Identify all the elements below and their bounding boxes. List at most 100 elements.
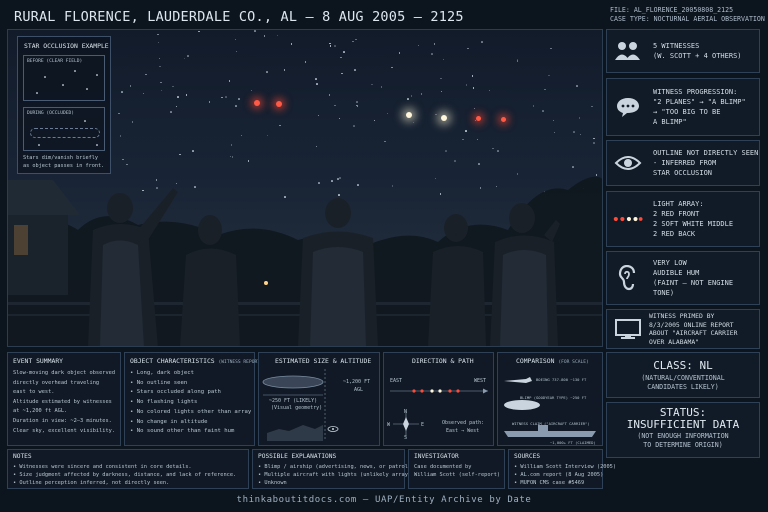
- speech-bubble-icon: [613, 95, 643, 119]
- inset-caption: Stars dim/vanish briefly as object passe…: [23, 155, 104, 170]
- light-array-panel: LIGHT ARRAY: 2 RED FRONT 2 SOFT WHITE MI…: [606, 191, 760, 247]
- list-item: • MUFON CMS case #5469: [514, 480, 585, 486]
- length-note: (Visual geometry): [271, 405, 323, 411]
- witnesses-panel: 5 WITNESSES (W. SCOTT + 4 OTHERS): [606, 29, 760, 73]
- primed-text: WITNESS PRIMED BY 8/3/2005 ONLINE REPORT…: [649, 312, 738, 346]
- list-item: • No outline seen: [130, 379, 188, 386]
- event-summary-panel: EVENT SUMMARY Slow-moving dark object ob…: [7, 352, 121, 446]
- list-item: • No flashing lights: [130, 399, 198, 406]
- list-item: • AL.com report (8 Aug 2005): [514, 472, 604, 478]
- direction-path-heading: DIRECTION & PATH: [412, 357, 474, 365]
- star-occlusion-inset: STAR OCCLUSION EXAMPLE BEFORE (CLEAR FIE…: [17, 36, 111, 174]
- inset-caption-line-2: as object passes in front.: [23, 162, 105, 169]
- boeing-label: BOEING 737-800 ~130 FT: [536, 377, 587, 382]
- observed-path-direction: East → West: [446, 428, 480, 434]
- path-arrow-diagram: [390, 388, 488, 437]
- object-characteristics-heading: OBJECT CHARACTERISTICS (WITNESS REPORT): [130, 357, 263, 365]
- primed-panel: WITNESS PRIMED BY 8/3/2005 ONLINE REPORT…: [606, 309, 760, 349]
- computer-monitor-icon: [613, 317, 643, 341]
- inset-caption-line-1: Stars dim/vanish briefly: [23, 155, 98, 161]
- during-label: DURING (OCCLUDED): [27, 111, 75, 116]
- investigator-heading: INVESTIGATOR: [414, 453, 459, 460]
- witness-progression-text: WITNESS PROGRESSION: "2 PLANES" → "A BLI…: [653, 88, 746, 126]
- outline-panel: OUTLINE NOT DIRECTLY SEEN - INFERRED FRO…: [606, 140, 760, 186]
- altitude-label: ~1,200 FT: [343, 379, 371, 385]
- object-characteristics-list: • Long, dark object • No outline seen • St…: [130, 369, 251, 437]
- light-array-icon: [613, 207, 643, 231]
- hum-panel: VERY LOW AUDIBLE HUM (FAINT — NOT ENGINE…: [606, 251, 760, 305]
- list-item: • No change in altitude: [130, 418, 208, 425]
- status-detail: (NOT ENOUGH INFORMATION TO DETERMINE ORI…: [637, 432, 729, 449]
- explanations-panel: POSSIBLE EXPLANATIONS • Blimp / airship …: [252, 449, 411, 489]
- blimp-label: BLIMP (GOODYEAR TYPE) ~250 FT: [520, 395, 587, 400]
- list-item: • No sound other than faint hum: [130, 428, 235, 435]
- comparison-note: (FOR SCALE): [558, 360, 589, 365]
- sources-panel: SOURCES • William Scott Interview (2005)…: [508, 449, 616, 489]
- list-item: • Blimp / airship (advertising, news, or…: [258, 464, 412, 470]
- investigator-body: Case documented by William Scott (self-r…: [414, 463, 500, 479]
- explanations-list: • Blimp / airship (advertising, news, or…: [258, 463, 411, 487]
- agl-label: AGL: [354, 387, 364, 393]
- ear-icon: [613, 265, 643, 291]
- night-sky-scene: STAR OCCLUSION EXAMPLE BEFORE (CLEAR FIE…: [7, 29, 603, 347]
- size-altitude-heading: ESTIMATED SIZE & ALTITUDE: [275, 357, 372, 365]
- list-item: • Stars occluded along path: [130, 389, 221, 396]
- comparison-panel: COMPARISON (FOR SCALE) BOEING 737-800 ~1…: [497, 352, 603, 446]
- investigator-panel: INVESTIGATOR Case documented by William …: [408, 449, 505, 489]
- size-altitude-panel: ESTIMATED SIZE & ALTITUDE ~1,200 FT AGL …: [258, 352, 380, 446]
- class-panel: CLASS: NL (NATURAL/CONVENTIONAL CANDIDAT…: [606, 352, 760, 398]
- carrier-label: WITNESS CLAIM ("AIRCRAFT CARRIER"): [512, 421, 590, 426]
- inset-title: STAR OCCLUSION EXAMPLE: [24, 42, 109, 50]
- list-item: • Size judgment affected by darkness, di…: [13, 472, 237, 478]
- file-name: FILE: AL_FLORENCE_20050808_2125: [610, 6, 734, 14]
- notes-list: • Witnesses were sincere and consistent …: [13, 463, 236, 487]
- compass-s: S: [404, 435, 408, 441]
- notes-panel: NOTES • Witnesses were sincere and consi…: [7, 449, 249, 489]
- list-item: • No colored lights other than array: [130, 408, 252, 415]
- notes-heading: NOTES: [13, 453, 32, 460]
- status-title: STATUS: INSUFFICIENT DATA: [626, 406, 740, 431]
- footer-credit: thinkaboutitdocs.com — UAP/Entity Archiv…: [236, 495, 532, 505]
- object-characteristics-note: (WITNESS REPORT): [218, 360, 263, 365]
- page: RURAL FLORENCE, LAUDERDALE CO., AL — 8 A…: [0, 0, 768, 512]
- length-label: ~250 FT (LIKELY): [269, 398, 318, 404]
- list-item: • Unknown: [258, 480, 287, 486]
- list-item: • Witnesses were sincere and consistent …: [13, 464, 192, 470]
- class-title: CLASS: NL: [653, 359, 713, 372]
- before-clear-field-box: BEFORE (CLEAR FIELD): [23, 55, 105, 101]
- observed-path-label: Observed path:: [442, 420, 485, 426]
- class-detail: (NATURAL/CONVENTIONAL CANDIDATES LIKELY): [641, 374, 725, 391]
- page-title: RURAL FLORENCE, LAUDERDALE CO., AL — 8 A…: [14, 9, 464, 25]
- investigator-line-2: William Scott (self-report): [414, 472, 501, 478]
- carrier-size-label: ~1,000+ FT (CLAIMED): [550, 440, 596, 445]
- compass-e: E: [421, 422, 425, 428]
- comparison-heading: COMPARISON (FOR SCALE): [516, 357, 589, 365]
- direction-path-panel: DIRECTION & PATH EAST WEST N S W E Obser…: [383, 352, 494, 446]
- sources-heading: SOURCES: [514, 453, 541, 460]
- eye-icon: [613, 151, 643, 175]
- status-panel: STATUS: INSUFFICIENT DATA (NOT ENOUGH IN…: [606, 402, 760, 458]
- compass-w: W: [387, 422, 391, 428]
- witnesses-text: 5 WITNESSES (W. SCOTT + 4 OTHERS): [653, 42, 742, 60]
- list-item: • Outline perception inferred, not direc…: [13, 480, 170, 486]
- witness-progression-panel: WITNESS PROGRESSION: "2 PLANES" → "A BLI…: [606, 78, 760, 136]
- list-item: • Long, dark object: [130, 370, 194, 376]
- event-summary-heading: EVENT SUMMARY: [13, 357, 64, 365]
- explanations-heading: POSSIBLE EXPLANATIONS: [258, 453, 337, 460]
- event-summary-body: Slow-moving dark object observed directl…: [13, 370, 116, 434]
- comparison-title: COMPARISON: [516, 357, 555, 365]
- hum-text: VERY LOW AUDIBLE HUM (FAINT — NOT ENGINE…: [653, 259, 734, 297]
- investigator-line-1: Case documented by: [414, 464, 472, 470]
- people-icon: [613, 39, 643, 63]
- outline-text: OUTLINE NOT DIRECTLY SEEN - INFERRED FRO…: [653, 149, 759, 177]
- before-label: BEFORE (CLEAR FIELD): [27, 59, 83, 64]
- object-characteristics-title: OBJECT CHARACTERISTICS: [130, 357, 215, 365]
- during-occluded-box: DURING (OCCLUDED): [23, 107, 105, 151]
- list-item: • Multiple aircraft with lights (unlikel…: [258, 472, 412, 478]
- light-array-text: LIGHT ARRAY: 2 RED FRONT 2 SOFT WHITE MI…: [653, 200, 734, 238]
- list-item: • William Scott Interview (2005): [514, 464, 617, 470]
- file-info: FILE: AL_FLORENCE_20050808_2125 CASE TYP…: [610, 6, 765, 24]
- object-characteristics-panel: OBJECT CHARACTERISTICS (WITNESS REPORT) …: [124, 352, 263, 446]
- sources-list: • William Scott Interview (2005) • AL.com…: [514, 463, 616, 487]
- case-type: CASE TYPE: NOCTURNAL AERIAL OBSERVATION: [610, 15, 765, 23]
